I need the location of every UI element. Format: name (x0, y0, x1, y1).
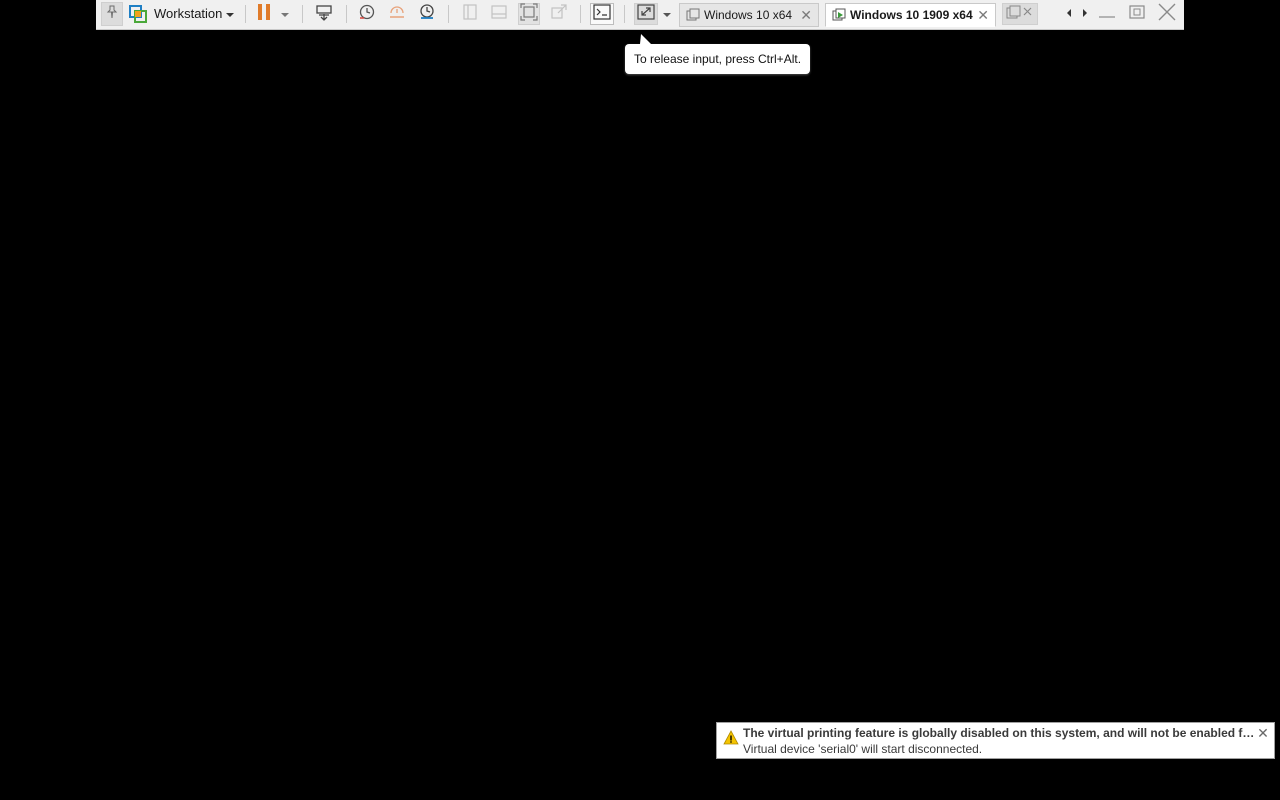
toolbar-separator (624, 5, 625, 23)
arrow-left-icon (1065, 5, 1073, 23)
tab-list-icon (1005, 4, 1035, 25)
vm-tab[interactable]: Windows 10 x64 ✕ (679, 3, 819, 27)
close-tab-icon[interactable]: ✕ (977, 7, 989, 24)
pause-icon (257, 3, 271, 26)
restore-button[interactable] (1126, 3, 1148, 25)
revert-snapshot-button[interactable] (386, 3, 408, 25)
fit-guest-icon (520, 2, 538, 26)
toolbar-separator (245, 5, 246, 23)
snapshot-revert-icon (388, 3, 406, 26)
close-tab-icon[interactable]: ✕ (800, 7, 812, 24)
vm-tab-active[interactable]: Windows 10 1909 x64 ✕ (825, 3, 996, 27)
vm-toolbar: Workstation Windows 10 x64 ✕ Windows 10 … (96, 0, 1184, 30)
chevron-down-icon (662, 5, 672, 23)
full-screen-button[interactable] (634, 3, 658, 25)
vm-tab-label: Windows 10 x64 (704, 8, 793, 22)
close-window-button[interactable] (1154, 3, 1180, 25)
close-icon (1157, 2, 1177, 27)
library-view-button[interactable] (460, 3, 480, 25)
full-screen-icon (637, 3, 655, 25)
take-snapshot-button[interactable] (356, 3, 378, 25)
console-view-button[interactable] (590, 3, 614, 25)
product-menu-dropdown[interactable] (222, 3, 238, 25)
vm-display[interactable]: Workstation Windows 10 x64 ✕ Windows 10 … (0, 0, 1280, 800)
release-input-tooltip: To release input, press Ctrl+Alt. (625, 44, 810, 74)
snapshot-manager-button[interactable] (416, 3, 438, 25)
power-menu-dropdown[interactable] (278, 3, 292, 25)
notification-bar: The virtual printing feature is globally… (716, 722, 1275, 759)
minimize-button[interactable] (1096, 3, 1118, 25)
toolbar-separator (580, 5, 581, 23)
vm-tab-label: Windows 10 1909 x64 (850, 8, 973, 22)
restore-icon (1128, 4, 1146, 25)
vm-tab-icon (686, 8, 700, 22)
product-menu-label[interactable]: Workstation (154, 6, 222, 21)
unity-icon (550, 3, 568, 26)
fit-guest-button[interactable] (518, 2, 540, 26)
chevron-down-icon (280, 5, 290, 23)
snapshot-take-icon (358, 3, 376, 26)
vm-running-tab-icon (832, 8, 846, 22)
thumbnail-bar-button[interactable] (489, 3, 509, 25)
full-screen-dropdown[interactable] (660, 3, 674, 25)
tooltip-text: To release input, press Ctrl+Alt. (633, 52, 802, 66)
send-ctrl-alt-del-button[interactable] (313, 3, 335, 25)
console-view-icon (593, 3, 611, 25)
arrow-right-icon (1081, 5, 1089, 23)
tab-list-button[interactable] (1002, 3, 1038, 25)
minimize-icon (1097, 5, 1117, 24)
tooltip-arrow (640, 34, 651, 44)
warning-icon (723, 730, 739, 746)
toolbar-separator (346, 5, 347, 23)
notification-title: The virtual printing feature is globally… (743, 726, 1255, 740)
thumbnail-bar-icon (490, 4, 508, 25)
pin-icon (105, 5, 119, 24)
notification-message: Virtual device 'serial0' will start disc… (743, 742, 983, 756)
pause-button[interactable] (254, 3, 274, 25)
scroll-tabs-right-button[interactable] (1078, 3, 1092, 25)
snapshot-manager-icon (418, 3, 436, 26)
toolbar-separator (448, 5, 449, 23)
scroll-tabs-left-button[interactable] (1062, 3, 1076, 25)
unity-button[interactable] (548, 3, 570, 25)
chevron-down-icon (225, 5, 235, 23)
workstation-logo-icon[interactable] (128, 3, 148, 25)
pin-toolbar-button[interactable] (101, 2, 123, 26)
close-icon[interactable]: ✕ (1256, 726, 1270, 740)
send-ctrl-alt-del-icon (315, 3, 333, 26)
toolbar-separator (302, 5, 303, 23)
library-view-icon (462, 3, 478, 26)
